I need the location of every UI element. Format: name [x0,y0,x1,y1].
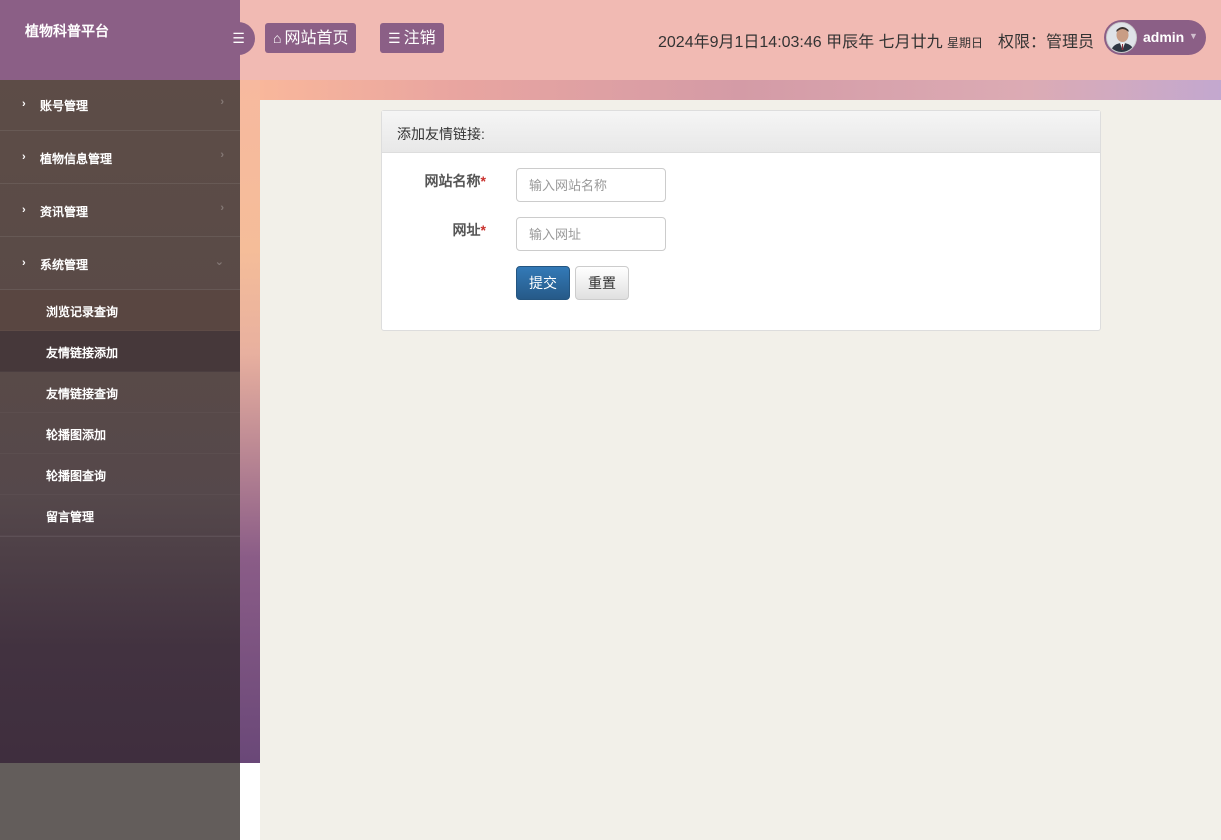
site-name-label: 网站名称* [366,171,486,191]
reset-button[interactable]: 重置 [575,266,629,300]
logout-button[interactable]: ☰ 注销 [380,23,444,53]
submenu-item-carousel-add[interactable]: 轮播图添加 [0,413,240,454]
top-header: ⌂ 网站首页 ☰ 注销 2024年9月1日14:03:46 甲辰年 七月廿九 星期日… [240,0,1221,80]
required-mark: * [480,222,486,238]
content-top-gradient [260,80,1221,100]
home-button-label: 网站首页 [284,30,349,47]
sidebar: 植物科普平台 › 账号管理 › › 植物信息管理 › › 资讯管理 › › 系统… [0,0,240,840]
home-icon: ⌂ [273,30,282,46]
user-menu[interactable]: admin ▼ [1104,20,1206,55]
home-button[interactable]: ⌂ 网站首页 [265,23,357,53]
app-title: 植物科普平台 [25,23,109,39]
bars-icon: ☰ [388,30,401,46]
submenu-item-browse-history[interactable]: 浏览记录查询 [0,290,240,331]
submenu-item-friend-link-query[interactable]: 友情链接查询 [0,372,240,413]
chevron-right-icon: › [22,257,26,269]
sidebar-toggle-button[interactable]: ☰ [222,22,255,55]
sidebar-item-plant-info[interactable]: › 植物信息管理 › [0,131,240,184]
submenu-item-friend-link-add[interactable]: 友情链接添加 [0,331,240,372]
username: admin [1143,29,1185,45]
panel-header: 添加友情链接: [382,111,1100,153]
sidebar-item-label: 资讯管理 [40,205,89,219]
sidebar-item-account[interactable]: › 账号管理 › [0,78,240,131]
datetime-display: 2024年9月1日14:03:46 甲辰年 七月廿九 星期日 [658,28,983,52]
caret-down-icon: ▼ [1189,31,1198,41]
logout-button-label: 注销 [403,30,436,47]
chevron-right-icon: › [220,202,224,214]
submenu-item-label: 友情链接查询 [46,387,119,401]
required-mark: * [480,173,486,189]
chevron-down-icon: ⌄ [214,256,224,268]
user-avatar-icon [1107,23,1136,52]
submenu-item-label: 浏览记录查询 [46,305,119,319]
sidebar-item-system[interactable]: › 系统管理 ⌄ [0,237,240,290]
submenu-item-label: 留言管理 [46,510,95,524]
chevron-right-icon: › [22,151,26,163]
url-input[interactable] [516,217,666,251]
submenu-item-label: 轮播图添加 [46,428,107,442]
panel-title: 添加友情链接: [397,126,485,142]
sidebar-item-label: 植物信息管理 [40,152,113,166]
brand: 植物科普平台 [0,0,240,80]
submenu-item-messages[interactable]: 留言管理 [0,495,240,536]
datetime-text: 2024年9月1日14:03:46 甲辰年 七月廿九 [658,34,943,51]
role-display: 权限：管理员 [998,34,1095,51]
sidebar-item-news[interactable]: › 资讯管理 › [0,184,240,237]
side-gradient-strip [240,80,260,763]
chevron-right-icon: › [220,149,224,161]
side-bottom-gap [240,763,260,840]
add-friend-link-panel: 添加友情链接: 网站名称* 网址* 提交 重置 [381,110,1101,331]
chevron-right-icon: › [22,204,26,216]
submenu-item-label: 轮播图查询 [46,469,107,483]
site-name-label-text: 网站名称 [424,173,481,189]
chevron-right-icon: › [220,96,224,108]
submenu-divider [0,536,240,537]
sidebar-item-label: 系统管理 [40,258,89,272]
site-name-input[interactable] [516,168,666,202]
url-label-text: 网址 [452,222,481,238]
url-label: 网址* [366,220,486,240]
avatar [1106,22,1137,53]
submit-button[interactable]: 提交 [516,266,570,300]
submenu-item-label: 友情链接添加 [46,346,119,360]
bars-icon: ☰ [232,30,245,46]
weekday-text: 星期日 [947,36,984,50]
sidebar-item-label: 账号管理 [40,99,89,113]
submenu-item-carousel-query[interactable]: 轮播图查询 [0,454,240,495]
chevron-right-icon: › [22,98,26,110]
sidebar-menu: › 账号管理 › › 植物信息管理 › › 资讯管理 › › 系统管理 ⌄ 浏览… [0,78,240,537]
